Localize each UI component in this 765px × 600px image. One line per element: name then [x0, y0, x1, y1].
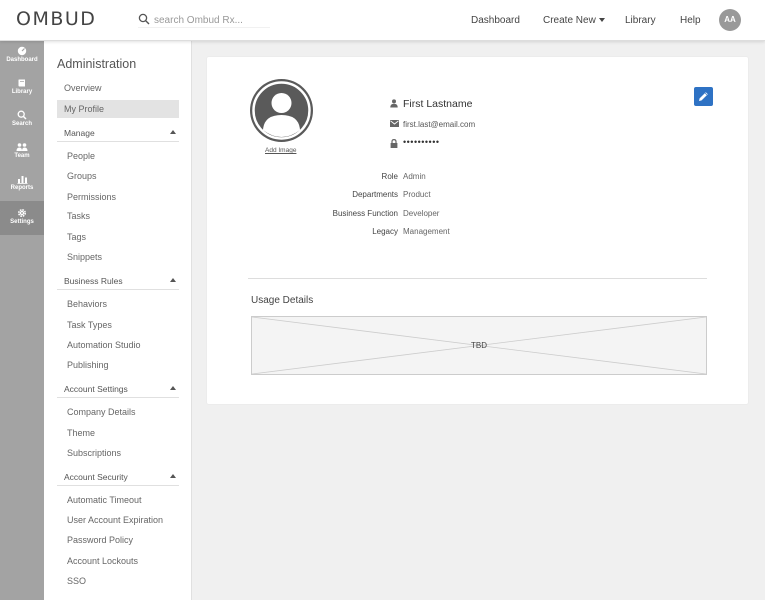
book-icon	[18, 79, 25, 87]
sidebar-item-sso[interactable]: SSO	[67, 576, 86, 586]
rail-label: Team	[14, 153, 30, 159]
edit-profile-button[interactable]	[694, 87, 713, 106]
caret-down-icon	[598, 18, 605, 22]
sidebar-item-automatic-timeout[interactable]: Automatic Timeout	[67, 495, 142, 505]
rail-item-settings[interactable]: Settings	[0, 201, 44, 235]
chevron-up-icon	[170, 386, 176, 390]
sidebar-item-publishing[interactable]: Publishing	[67, 360, 109, 370]
profile-name: First Lastname	[403, 98, 473, 110]
sidebar-item-account-lockouts[interactable]: Account Lockouts	[67, 556, 138, 566]
sidebar-section-account-settings[interactable]: Account Settings	[57, 380, 179, 398]
chevron-up-icon	[170, 278, 176, 282]
sidebar-item-snippets[interactable]: Snippets	[67, 252, 102, 262]
chevron-up-icon	[170, 474, 176, 478]
sidebar-item-tasks[interactable]: Tasks	[67, 211, 90, 221]
role-label: Role	[381, 172, 398, 181]
sidebar-section-account-security[interactable]: Account Security	[57, 468, 179, 486]
rail-label: Library	[11, 89, 33, 95]
legacy-value: Management	[403, 227, 450, 236]
sidebar-item-tags[interactable]: Tags	[67, 232, 86, 242]
search-input[interactable]	[154, 12, 270, 28]
sidebar-title: Administration	[57, 57, 137, 71]
sidebar-item-my-profile[interactable]: My Profile	[57, 100, 179, 118]
add-image-link[interactable]: Add Image	[265, 147, 296, 154]
sidebar-item-overview[interactable]: Overview	[64, 83, 102, 93]
sidebar-item-theme[interactable]: Theme	[67, 428, 95, 438]
rail-item-reports[interactable]: Reports	[0, 169, 44, 201]
usage-placeholder-box: TBD	[251, 316, 707, 375]
section-divider	[248, 278, 707, 279]
sidebar-section-business-rules[interactable]: Business Rules	[57, 272, 179, 290]
sidebar-section-manage[interactable]: Manage	[57, 124, 179, 142]
section-label: Account Settings	[64, 384, 128, 394]
rail-label: Reports	[10, 185, 34, 191]
sidebar-item-groups[interactable]: Groups	[67, 171, 97, 181]
search-box	[138, 12, 270, 28]
sidebar-item-behaviors[interactable]: Behaviors	[67, 299, 107, 309]
nav-help[interactable]: Help	[680, 15, 701, 26]
top-bar: OMBUD Dashboard Create New Library Help …	[0, 0, 765, 41]
departments-label: Departments	[352, 190, 398, 199]
sidebar-item-task-types[interactable]: Task Types	[67, 320, 112, 330]
profile-picture[interactable]	[250, 79, 313, 142]
sidebar-item-people[interactable]: People	[67, 151, 95, 161]
profile-email: first.last@email.com	[403, 120, 476, 129]
rail-label: Dashboard	[6, 57, 38, 63]
rail-item-search[interactable]: Search	[0, 105, 44, 137]
role-value: Admin	[403, 172, 426, 181]
rail-item-team[interactable]: Team	[0, 137, 44, 169]
chart-icon	[17, 176, 27, 184]
sidebar-item-automation-studio[interactable]: Automation Studio	[67, 340, 141, 350]
section-label: Account Security	[64, 472, 128, 482]
business-function-value: Developer	[403, 209, 440, 218]
profile-password: ••••••••••	[403, 137, 440, 147]
user-icon	[390, 99, 398, 108]
pencil-icon	[699, 92, 708, 101]
search-icon	[17, 110, 27, 120]
rail-item-dashboard[interactable]: Dashboard	[0, 41, 44, 73]
sidebar-item-company-details[interactable]: Company Details	[67, 407, 136, 417]
envelope-icon	[390, 120, 399, 127]
nav-library[interactable]: Library	[625, 15, 656, 26]
icon-rail: Dashboard Library Search Team Reports Se…	[0, 41, 44, 600]
dashboard-icon	[17, 46, 27, 56]
rail-label: Settings	[10, 219, 34, 225]
business-function-label: Business Function	[332, 209, 398, 218]
sidebar-item-password-policy[interactable]: Password Policy	[67, 535, 133, 545]
rail-item-library[interactable]: Library	[0, 73, 44, 105]
admin-sidebar: Administration Overview My Profile Manag…	[44, 41, 192, 600]
search-icon	[138, 13, 150, 25]
ombud-logo[interactable]: OMBUD	[16, 8, 96, 30]
departments-value: Product	[403, 190, 431, 199]
nav-create-new[interactable]: Create New	[543, 15, 605, 26]
lock-icon	[390, 139, 398, 148]
usage-details-title: Usage Details	[251, 295, 314, 306]
sidebar-item-label: My Profile	[64, 104, 105, 114]
legacy-label: Legacy	[372, 227, 398, 236]
section-label: Manage	[64, 128, 95, 138]
gear-icon	[17, 208, 27, 218]
section-label: Business Rules	[64, 276, 123, 286]
team-icon	[16, 143, 28, 151]
rail-label: Search	[11, 121, 32, 127]
nav-create-new-label: Create New	[543, 15, 596, 26]
user-silhouette-icon	[252, 81, 311, 140]
usage-placeholder-text: TBD	[471, 341, 487, 350]
sidebar-item-user-account-expiration[interactable]: User Account Expiration	[67, 515, 163, 525]
user-avatar[interactable]: AA	[719, 9, 741, 31]
sidebar-item-subscriptions[interactable]: Subscriptions	[67, 448, 121, 458]
profile-card: Add Image First Lastname first.last@emai…	[207, 57, 748, 404]
nav-dashboard[interactable]: Dashboard	[471, 15, 520, 26]
sidebar-item-permissions[interactable]: Permissions	[67, 192, 116, 202]
chevron-up-icon	[170, 130, 176, 134]
